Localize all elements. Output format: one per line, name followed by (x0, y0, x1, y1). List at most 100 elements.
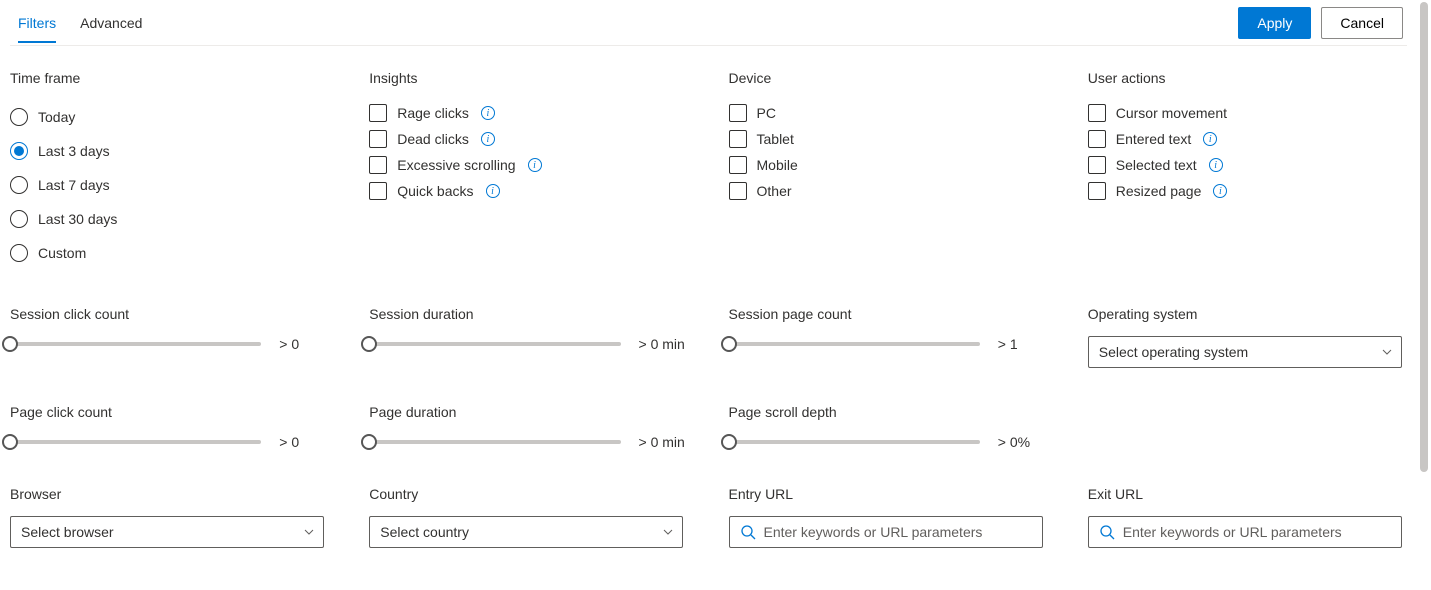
section-title: Browser (10, 486, 329, 502)
chevron-down-icon (662, 526, 674, 538)
checkbox-icon (369, 130, 387, 148)
radio-today[interactable]: Today (10, 100, 329, 134)
slider-value: > 1 (998, 336, 1048, 352)
section-title: Page click count (10, 404, 329, 420)
checkbox-icon (729, 104, 747, 122)
info-icon[interactable]: i (1203, 132, 1217, 146)
cancel-button[interactable]: Cancel (1321, 7, 1403, 39)
slider-thumb-icon[interactable] (2, 434, 18, 450)
slider-thumb-icon[interactable] (721, 336, 737, 352)
user-actions-section: User actions Cursor movement Entered tex… (1088, 70, 1407, 270)
slider-value: > 0 (279, 434, 329, 450)
checkbox-quick-backs[interactable]: Quick backs i (369, 178, 688, 204)
select-placeholder: Select browser (21, 524, 114, 540)
checkbox-icon (729, 182, 747, 200)
section-title: Country (369, 486, 688, 502)
checkbox-other[interactable]: Other (729, 178, 1048, 204)
section-title: Page duration (369, 404, 688, 420)
scrollbar-thumb-icon[interactable] (1420, 2, 1428, 472)
radio-last-30-days[interactable]: Last 30 days (10, 202, 329, 236)
radio-label: Custom (38, 245, 86, 261)
page-scroll-depth-slider[interactable] (729, 440, 980, 444)
checkbox-tablet[interactable]: Tablet (729, 126, 1048, 152)
checkbox-icon (369, 182, 387, 200)
country-section: Country Select country (369, 486, 688, 548)
top-bar: Filters Advanced Apply Cancel (10, 0, 1407, 46)
checkbox-label: Rage clicks (397, 105, 469, 121)
radio-icon (10, 244, 28, 262)
vertical-scrollbar[interactable] (1417, 2, 1431, 482)
info-icon[interactable]: i (481, 132, 495, 146)
search-icon (740, 524, 756, 540)
checkbox-label: Resized page (1116, 183, 1202, 199)
tabs: Filters Advanced (10, 3, 142, 43)
radio-last-3-days[interactable]: Last 3 days (10, 134, 329, 168)
info-icon[interactable]: i (481, 106, 495, 120)
action-buttons: Apply Cancel (1238, 7, 1407, 39)
radio-label: Last 30 days (38, 211, 117, 227)
chevron-down-icon (1381, 346, 1393, 358)
slider-thumb-icon[interactable] (2, 336, 18, 352)
session-duration-section: Session duration > 0 min (369, 306, 688, 368)
page-click-count-section: Page click count > 0 (10, 404, 329, 450)
section-title: Session click count (10, 306, 329, 322)
slider-thumb-icon[interactable] (361, 336, 377, 352)
info-icon[interactable]: i (528, 158, 542, 172)
session-page-count-slider[interactable] (729, 342, 980, 346)
select-placeholder: Select operating system (1099, 344, 1248, 360)
section-title: Operating system (1088, 306, 1407, 322)
session-duration-slider[interactable] (369, 342, 620, 346)
device-title: Device (729, 70, 1048, 86)
page-scroll-depth-section: Page scroll depth > 0% (729, 404, 1048, 450)
device-section: Device PC Tablet Mobile Other (729, 70, 1048, 270)
tab-filters[interactable]: Filters (18, 3, 56, 43)
info-icon[interactable]: i (1209, 158, 1223, 172)
apply-button[interactable]: Apply (1238, 7, 1311, 39)
checkbox-icon (369, 156, 387, 174)
radio-icon (10, 176, 28, 194)
radio-custom[interactable]: Custom (10, 236, 329, 270)
checkbox-icon (1088, 130, 1106, 148)
checkbox-icon (729, 156, 747, 174)
page-duration-slider[interactable] (369, 440, 620, 444)
session-click-count-slider[interactable] (10, 342, 261, 346)
section-title: Exit URL (1088, 486, 1407, 502)
checkbox-excessive-scrolling[interactable]: Excessive scrolling i (369, 152, 688, 178)
slider-thumb-icon[interactable] (721, 434, 737, 450)
checkbox-selected-text[interactable]: Selected text i (1088, 152, 1407, 178)
section-title: Session page count (729, 306, 1048, 322)
info-icon[interactable]: i (486, 184, 500, 198)
browser-section: Browser Select browser (10, 486, 329, 548)
checkbox-label: Mobile (757, 157, 798, 173)
checkbox-entered-text[interactable]: Entered text i (1088, 126, 1407, 152)
checkbox-label: Tablet (757, 131, 794, 147)
page-click-count-slider[interactable] (10, 440, 261, 444)
checkbox-cursor-movement[interactable]: Cursor movement (1088, 100, 1407, 126)
checkbox-rage-clicks[interactable]: Rage clicks i (369, 100, 688, 126)
operating-system-select[interactable]: Select operating system (1088, 336, 1402, 368)
checkbox-icon (1088, 104, 1106, 122)
checkbox-icon (1088, 156, 1106, 174)
entry-url-input[interactable] (764, 524, 1032, 540)
info-icon[interactable]: i (1213, 184, 1227, 198)
checkbox-resized-page[interactable]: Resized page i (1088, 178, 1407, 204)
time-frame-title: Time frame (10, 70, 329, 86)
exit-url-input[interactable] (1123, 524, 1391, 540)
checkbox-icon (1088, 182, 1106, 200)
checkbox-mobile[interactable]: Mobile (729, 152, 1048, 178)
checkbox-label: Excessive scrolling (397, 157, 515, 173)
checkbox-label: Dead clicks (397, 131, 469, 147)
slider-value: > 0% (998, 434, 1048, 450)
section-title: Session duration (369, 306, 688, 322)
checkbox-dead-clicks[interactable]: Dead clicks i (369, 126, 688, 152)
radio-label: Last 3 days (38, 143, 110, 159)
country-select[interactable]: Select country (369, 516, 683, 548)
tab-advanced[interactable]: Advanced (80, 3, 142, 43)
browser-select[interactable]: Select browser (10, 516, 324, 548)
checkbox-pc[interactable]: PC (729, 100, 1048, 126)
exit-url-input-wrap (1088, 516, 1402, 548)
radio-last-7-days[interactable]: Last 7 days (10, 168, 329, 202)
select-placeholder: Select country (380, 524, 469, 540)
checkbox-label: Other (757, 183, 792, 199)
slider-thumb-icon[interactable] (361, 434, 377, 450)
